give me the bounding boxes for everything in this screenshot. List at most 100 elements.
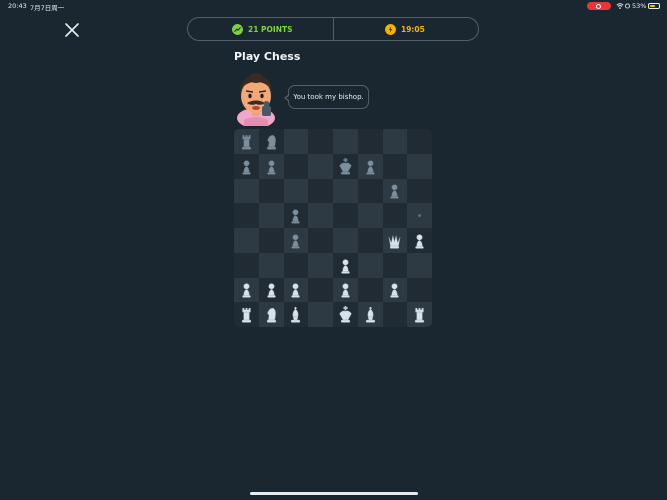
square-h7[interactable] — [407, 153, 432, 179]
square-h2[interactable] — [407, 277, 432, 303]
square-f2[interactable] — [357, 277, 383, 303]
white-pawn-icon[interactable] — [336, 256, 355, 275]
square-c3[interactable] — [283, 252, 309, 278]
square-g2[interactable] — [382, 277, 408, 303]
square-f7[interactable] — [357, 153, 383, 179]
location-icon — [624, 3, 631, 9]
square-h5[interactable] — [407, 203, 432, 228]
square-e4[interactable] — [333, 228, 358, 253]
square-d2[interactable] — [308, 277, 333, 303]
square-c1[interactable] — [283, 302, 309, 327]
square-c8[interactable] — [283, 129, 309, 154]
square-d7[interactable] — [308, 153, 333, 179]
square-a5[interactable] — [234, 203, 259, 228]
square-b4[interactable] — [258, 228, 284, 253]
speech-text: You took my bishop. — [293, 93, 364, 101]
move-hint-dot[interactable] — [418, 214, 422, 218]
black-pawn-icon[interactable] — [385, 181, 404, 200]
status-time: 20:43 — [8, 2, 27, 10]
square-d6[interactable] — [308, 178, 333, 204]
square-c4[interactable] — [283, 228, 309, 253]
square-f3[interactable] — [357, 252, 383, 278]
white-pawn-icon[interactable] — [286, 280, 305, 299]
square-b5[interactable] — [258, 203, 284, 228]
home-indicator[interactable] — [250, 492, 418, 495]
square-e1[interactable] — [333, 302, 358, 327]
wifi-icon — [616, 3, 624, 9]
white-bishop-icon[interactable] — [286, 305, 305, 324]
square-a2[interactable] — [234, 277, 259, 303]
black-king-icon[interactable] — [336, 157, 355, 176]
square-e3[interactable] — [333, 252, 358, 278]
square-e5[interactable] — [333, 203, 358, 228]
white-queen-icon[interactable] — [385, 231, 404, 250]
page-title: Play Chess — [234, 50, 301, 63]
square-h6[interactable] — [407, 178, 432, 204]
square-g3[interactable] — [382, 252, 408, 278]
square-b7[interactable] — [258, 153, 284, 179]
square-d1[interactable] — [308, 302, 333, 327]
square-b8[interactable] — [258, 129, 284, 154]
square-g1[interactable] — [382, 302, 408, 327]
square-e7[interactable] — [333, 153, 358, 179]
square-h4[interactable] — [407, 228, 432, 253]
square-g8[interactable] — [382, 129, 408, 154]
square-e2[interactable] — [333, 277, 358, 303]
square-c7[interactable] — [283, 153, 309, 179]
square-a1[interactable] — [234, 302, 259, 327]
black-pawn-icon[interactable] — [262, 157, 281, 176]
white-pawn-icon[interactable] — [336, 280, 355, 299]
square-f8[interactable] — [357, 129, 383, 154]
stats-bar: 21 POINTS 19:05 — [187, 17, 479, 41]
square-d4[interactable] — [308, 228, 333, 253]
square-f6[interactable] — [357, 178, 383, 204]
square-b1[interactable] — [258, 302, 284, 327]
points-label: 21 POINTS — [248, 24, 293, 34]
square-a6[interactable] — [234, 178, 259, 204]
square-h3[interactable] — [407, 252, 432, 278]
white-knight-icon[interactable] — [262, 305, 281, 324]
white-pawn-icon[interactable] — [262, 280, 281, 299]
square-a3[interactable] — [234, 252, 259, 278]
square-g5[interactable] — [382, 203, 408, 228]
black-pawn-icon[interactable] — [361, 157, 380, 176]
square-c6[interactable] — [283, 178, 309, 204]
white-pawn-icon[interactable] — [237, 280, 256, 299]
white-bishop-icon[interactable] — [361, 305, 380, 324]
close-icon[interactable] — [63, 21, 81, 39]
black-rook-icon[interactable] — [237, 132, 256, 151]
square-g4[interactable] — [382, 228, 408, 253]
square-g6[interactable] — [382, 178, 408, 204]
square-a7[interactable] — [234, 153, 259, 179]
white-rook-icon[interactable] — [237, 305, 256, 324]
square-c5[interactable] — [283, 203, 309, 228]
square-d3[interactable] — [308, 252, 333, 278]
white-pawn-icon[interactable] — [385, 280, 404, 299]
black-pawn-icon[interactable] — [286, 231, 305, 250]
square-a4[interactable] — [234, 228, 259, 253]
square-f1[interactable] — [357, 302, 383, 327]
square-b3[interactable] — [258, 252, 284, 278]
square-h1[interactable] — [407, 302, 432, 327]
square-f5[interactable] — [357, 203, 383, 228]
white-king-icon[interactable] — [336, 305, 355, 324]
square-d5[interactable] — [308, 203, 333, 228]
square-a8[interactable] — [234, 129, 259, 154]
opponent-avatar — [237, 73, 275, 126]
black-knight-icon[interactable] — [262, 132, 281, 151]
black-pawn-icon[interactable] — [237, 157, 256, 176]
status-date: 7月7日周一 — [30, 4, 65, 12]
white-rook-icon[interactable] — [410, 305, 429, 324]
square-g7[interactable] — [382, 153, 408, 179]
square-b6[interactable] — [258, 178, 284, 204]
square-h8[interactable] — [407, 129, 432, 154]
square-b2[interactable] — [258, 277, 284, 303]
square-d8[interactable] — [308, 129, 333, 154]
black-pawn-icon[interactable] — [286, 206, 305, 225]
square-e6[interactable] — [333, 178, 358, 204]
square-c2[interactable] — [283, 277, 309, 303]
square-e8[interactable] — [333, 129, 358, 154]
square-f4[interactable] — [357, 228, 383, 253]
white-pawn-icon[interactable] — [410, 231, 429, 250]
screen-recording-icon[interactable] — [587, 2, 611, 10]
